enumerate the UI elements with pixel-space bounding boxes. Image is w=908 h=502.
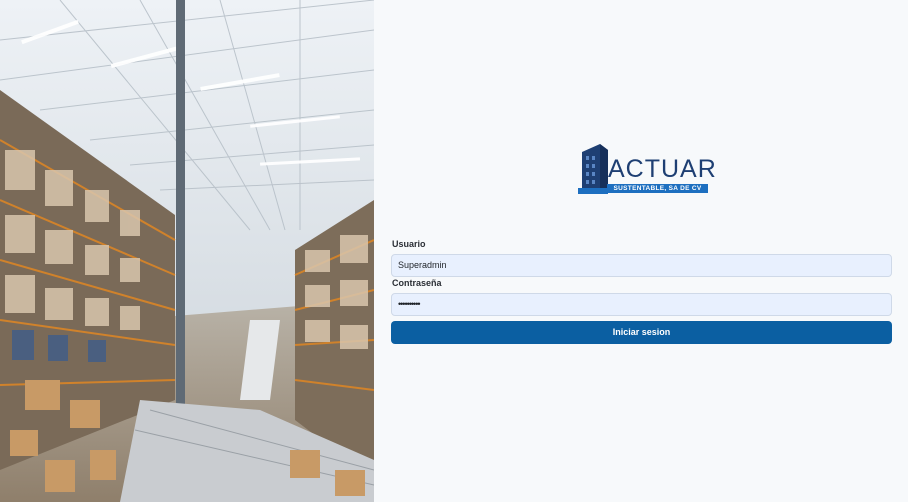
- logo-tagline: SUSTENTABLE, SA DE CV: [607, 184, 708, 193]
- login-button[interactable]: Iniciar sesion: [391, 321, 892, 344]
- login-panel: ACTUAR SUSTENTABLE, SA DE CV Usuario Sup…: [374, 0, 908, 502]
- logo-wordmark: ACTUAR: [608, 155, 717, 183]
- password-label: Contraseña: [392, 278, 442, 288]
- company-logo: ACTUAR SUSTENTABLE, SA DE CV: [578, 144, 716, 196]
- warehouse-hero-image: [0, 0, 374, 502]
- password-input[interactable]: ••••••••••: [391, 293, 892, 316]
- username-input[interactable]: Superadmin: [391, 254, 892, 277]
- warehouse-illustration: [0, 0, 374, 502]
- username-label: Usuario: [392, 239, 426, 249]
- building-icon: [578, 144, 608, 194]
